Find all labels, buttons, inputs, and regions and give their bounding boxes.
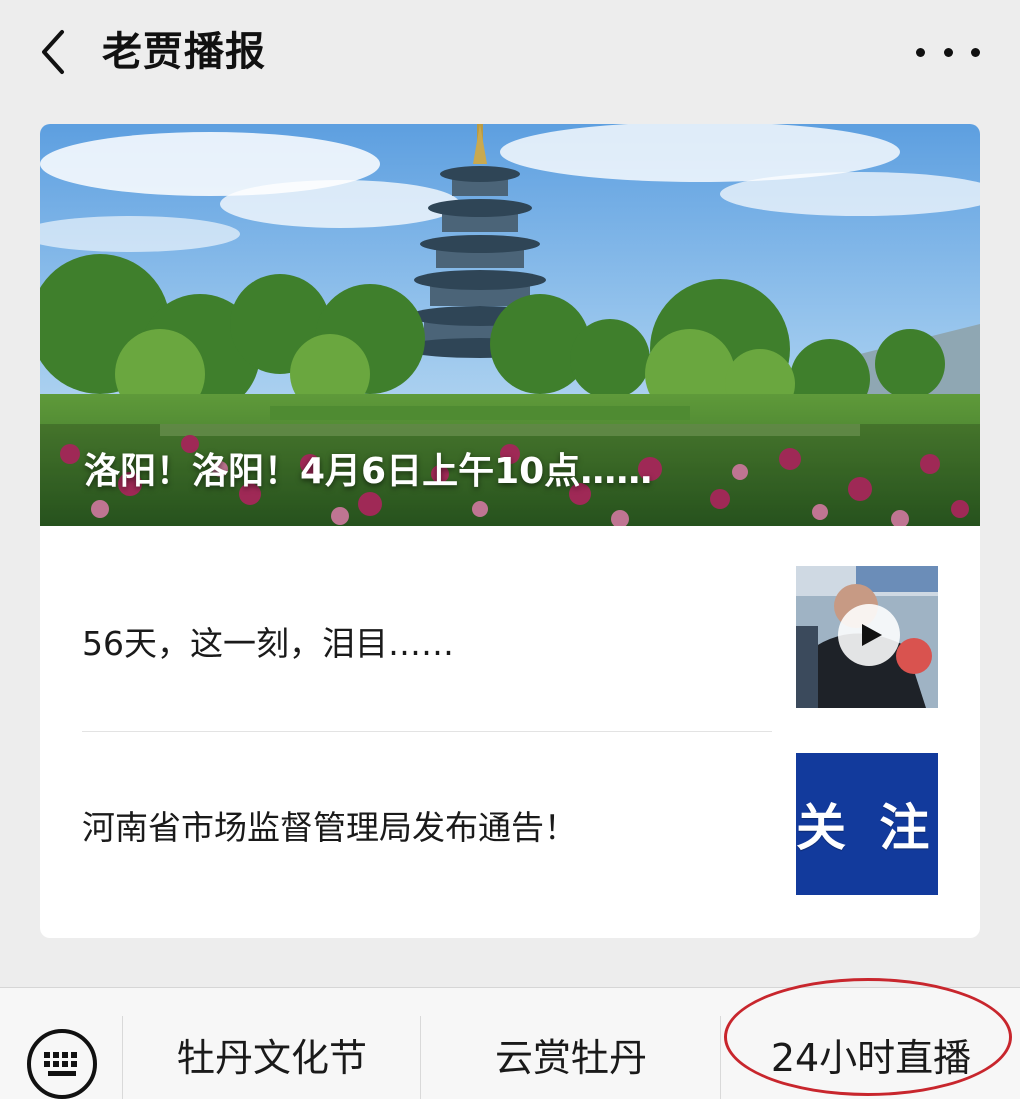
hero-title: 洛阳！洛阳！4月6日上午10点…… xyxy=(84,451,653,492)
more-button[interactable] xyxy=(916,30,980,74)
back-button[interactable] xyxy=(28,24,78,80)
menu-item-cloud-peony[interactable]: 云赏牡丹 xyxy=(422,1028,720,1088)
play-icon xyxy=(862,624,882,646)
article-card: 洛阳！洛阳！4月6日上午10点…… 56天，这一刻，泪目…… 河南省市场监督管理… xyxy=(40,124,980,938)
more-dots-icon xyxy=(916,47,925,57)
menu-item-24h-live[interactable]: 24小时直播 xyxy=(722,1028,1020,1088)
menu-separator xyxy=(420,1016,421,1099)
divider xyxy=(82,731,772,732)
top-bar: 老贾播报 xyxy=(0,0,1020,105)
chevron-left-icon xyxy=(42,30,64,74)
keyboard-toggle-button[interactable] xyxy=(24,1026,100,1099)
hero-article[interactable]: 洛阳！洛阳！4月6日上午10点…… xyxy=(40,124,980,526)
keyboard-icon xyxy=(27,1029,97,1099)
page-title: 老贾播报 xyxy=(102,29,266,75)
official-account-page: 老贾播报 洛阳！洛阳！4月6日上午10点…… 56天，这一刻，泪目…… 河南省市… xyxy=(0,0,1020,1099)
bottom-menu: 牡丹文化节 云赏牡丹 24小时直播 xyxy=(0,987,1020,1099)
article-title: 河南省市场监督管理局发布通告！ xyxy=(82,808,577,847)
menu-separator xyxy=(122,1016,123,1099)
article-thumbnail-video xyxy=(796,566,938,708)
article-title: 56天，这一刻，泪目…… xyxy=(82,624,454,663)
play-button[interactable] xyxy=(838,604,900,666)
article-item-1[interactable]: 56天，这一刻，泪目…… xyxy=(40,552,980,730)
article-item-2[interactable]: 河南省市场监督管理局发布通告！ 关 注 xyxy=(40,736,980,914)
menu-item-peony-festival[interactable]: 牡丹文化节 xyxy=(124,1028,420,1088)
thumbnail-text: 关 注 xyxy=(796,799,938,857)
article-thumbnail: 关 注 xyxy=(796,753,938,895)
menu-separator xyxy=(720,1016,721,1099)
